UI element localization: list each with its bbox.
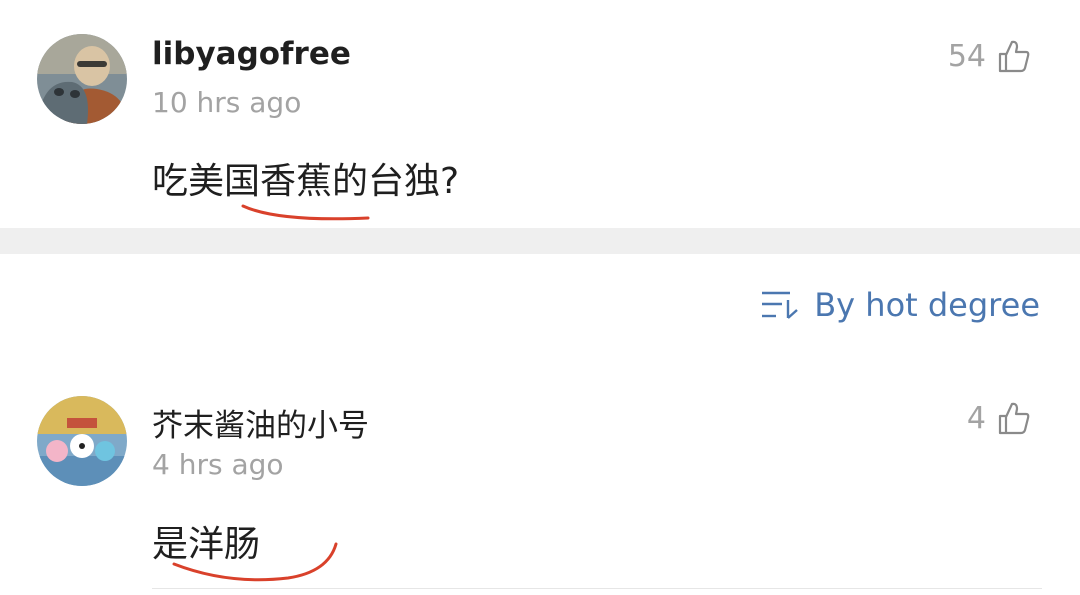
section-divider (0, 228, 1080, 254)
avatar[interactable] (37, 34, 127, 124)
sort-icon (760, 288, 800, 322)
comment-item: libyagofree 10 hrs ago 吃美国香蕉的台独? 54 (0, 0, 1080, 228)
comment-divider (152, 588, 1042, 589)
comment-text: 是洋肠 (152, 524, 261, 565)
sort-label: By hot degree (814, 286, 1040, 324)
comment-item: 芥末酱油的小号 4 hrs ago 是洋肠 4 (0, 380, 1080, 590)
like-button[interactable]: 4 (967, 400, 1032, 436)
comment-text: 吃美国香蕉的台独? (152, 161, 460, 202)
avatar-image-icon (37, 34, 127, 124)
timestamp: 4 hrs ago (152, 448, 284, 481)
thumbs-up-icon (996, 38, 1032, 74)
avatar[interactable] (37, 396, 127, 486)
like-count: 54 (947, 38, 986, 74)
sort-toggle[interactable]: By hot degree (760, 286, 1040, 324)
timestamp: 10 hrs ago (152, 86, 302, 119)
thumbs-up-icon (996, 400, 1032, 436)
username[interactable]: libyagofree (152, 36, 351, 72)
like-button[interactable]: 54 (948, 38, 1032, 74)
avatar-image-icon (37, 396, 127, 486)
username[interactable]: 芥末酱油的小号 (152, 400, 369, 445)
like-count: 4 (966, 400, 986, 436)
